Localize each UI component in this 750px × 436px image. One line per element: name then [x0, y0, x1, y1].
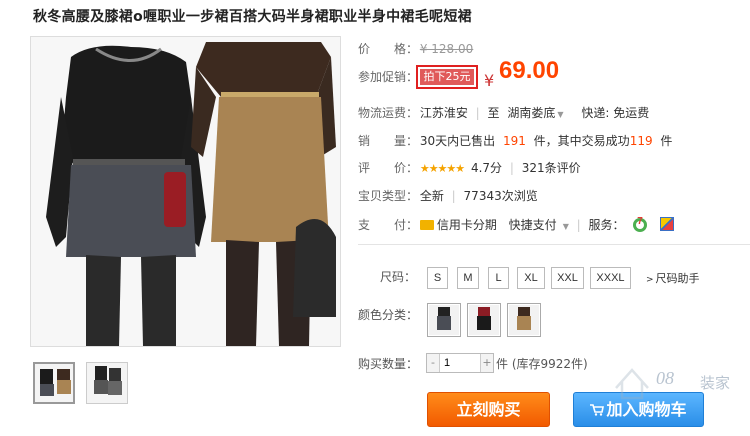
- stock-text: 件 (库存9922件): [496, 357, 588, 371]
- rating-row: 评 价： ★★★★★ 4.7分 | 321条评价: [358, 159, 581, 177]
- price-row: 价 格： ¥ 128.00: [358, 40, 473, 58]
- sales-suffix: 件: [660, 134, 673, 148]
- thumbnail-2[interactable]: [86, 362, 128, 404]
- color-label: 颜色分类：: [358, 308, 419, 322]
- size-option-xxl[interactable]: XXL: [551, 267, 584, 289]
- rating-label: 评 价：: [358, 161, 419, 175]
- swatch-image: [509, 305, 539, 335]
- item-type-row: 宝贝类型： 全新 | 77343次浏览: [358, 187, 538, 205]
- sales-prefix: 30天内已售出: [419, 134, 496, 148]
- buy-now-button[interactable]: 立刻购买: [427, 392, 550, 427]
- quick-pay[interactable]: 快捷支付: [509, 218, 557, 232]
- size-option-xxxl[interactable]: XXXL: [590, 267, 631, 289]
- express-fee: 快递: 免运费: [581, 106, 650, 120]
- chevron-down-icon[interactable]: ▼: [563, 222, 569, 231]
- rating-score: 4.7分: [470, 161, 503, 175]
- item-type-label: 宝贝类型：: [358, 189, 419, 203]
- view-count: 77343次浏览: [463, 189, 538, 203]
- thumbnail-image: [35, 364, 73, 402]
- shipping-row: 物流运费： 江苏淮安 | 至 湖南娄底 ▼ 快递: 免运费: [358, 104, 649, 122]
- add-to-cart-label: 加入购物车: [606, 400, 687, 419]
- size-option-s[interactable]: S: [427, 267, 448, 289]
- separator: |: [509, 161, 514, 175]
- sales-mid: 件，其中交易成功: [533, 134, 630, 148]
- main-product-image[interactable]: [30, 36, 341, 347]
- chevron-down-icon[interactable]: ▼: [557, 110, 563, 119]
- quantity-increase-button[interactable]: +: [480, 354, 493, 372]
- guarantee-icon[interactable]: [660, 217, 675, 231]
- separator: |: [475, 106, 480, 120]
- watermark-text-2: 装家: [700, 374, 731, 392]
- item-type: 全新: [419, 189, 444, 203]
- chevron-right-icon: >: [646, 275, 654, 285]
- size-option-m[interactable]: M: [457, 267, 479, 289]
- size-label: 尺码：: [380, 270, 417, 284]
- swatch-image: [469, 305, 499, 335]
- separator: |: [451, 189, 456, 203]
- size-option-l[interactable]: L: [488, 267, 509, 289]
- quantity-decrease-button[interactable]: -: [427, 354, 440, 372]
- credit-card-icon: [419, 220, 434, 230]
- swatch-image: [429, 305, 459, 335]
- svg-text:7: 7: [638, 216, 644, 227]
- color-swatch-black[interactable]: [467, 303, 501, 337]
- promo-row: 参加促销： 拍下25元 ¥ 69.00: [358, 59, 559, 90]
- payment-label: 支 付：: [358, 218, 419, 232]
- promo-price: 69.00: [499, 57, 560, 84]
- quantity-stepper: - +: [426, 353, 494, 373]
- payment-row: 支 付： 信用卡分期 快捷支付 ▼ | 服务： 7: [358, 216, 675, 234]
- star-rating-icon: ★★★★★: [419, 162, 465, 175]
- separator: |: [576, 218, 581, 232]
- currency-symbol: ¥: [484, 71, 495, 90]
- size-assistant-link[interactable]: > 尺码助手: [646, 270, 700, 286]
- quantity-input[interactable]: [441, 354, 479, 372]
- price-label: 价 格：: [358, 42, 419, 56]
- cart-icon: [590, 404, 605, 416]
- promo-label: 参加促销：: [358, 70, 419, 84]
- quantity-label: 购买数量：: [358, 357, 419, 371]
- section-divider: [358, 244, 750, 245]
- ship-from: 江苏淮安: [419, 106, 468, 120]
- thumbnail-1[interactable]: [33, 362, 75, 404]
- service-label: 服务：: [588, 218, 625, 232]
- thumbnail-image: [87, 363, 127, 403]
- thumbnail-selected-indicator: [51, 362, 61, 364]
- sales-success-count: 119: [629, 134, 653, 148]
- watermark-text: 08: [656, 368, 674, 388]
- credit-installment-link[interactable]: 信用卡分期: [437, 218, 497, 232]
- product-title: 秋冬高腰及膝裙o喱职业一步裙百搭大码半身裙职业半身中裙毛呢短裙: [33, 9, 472, 25]
- original-price: ¥ 128.00: [419, 42, 474, 56]
- sales-row: 销 量： 30天内已售出 191 件，其中交易成功119 件: [358, 132, 672, 150]
- ship-to-select[interactable]: 湖南娄底: [507, 106, 555, 120]
- review-count-link[interactable]: 321条评价: [522, 161, 581, 175]
- promo-tag: 拍下25元: [416, 65, 478, 89]
- ship-to-prefix: 至: [487, 106, 500, 120]
- promo-tag-text: 拍下25元: [420, 69, 474, 85]
- sales-count: 191: [502, 134, 526, 148]
- size-help-text: 尺码助手: [655, 272, 700, 285]
- color-swatch-gray[interactable]: [427, 303, 461, 337]
- size-option-xl[interactable]: XL: [517, 267, 545, 289]
- sales-label: 销 量：: [358, 134, 419, 148]
- color-swatch-camel[interactable]: [507, 303, 541, 337]
- product-photo: [31, 37, 340, 346]
- seven-day-return-icon[interactable]: 7: [632, 216, 648, 232]
- shipping-label: 物流运费：: [358, 106, 419, 120]
